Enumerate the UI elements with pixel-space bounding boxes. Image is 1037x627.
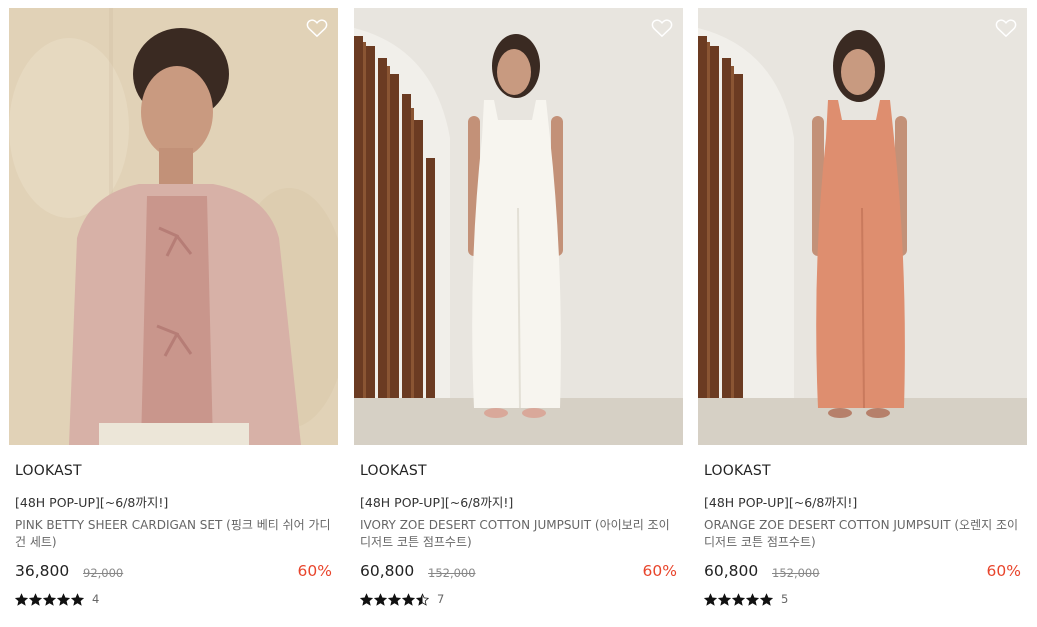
- star-icon: [43, 592, 56, 606]
- star-icon: [15, 592, 28, 606]
- original-price: 152,000: [772, 566, 820, 580]
- discount-rate: 60%: [986, 562, 1021, 580]
- product-image[interactable]: [9, 8, 338, 445]
- promo-label[interactable]: [48H POP-UP][~6/8까지!]: [15, 492, 168, 511]
- product-card[interactable]: LOOKAST [48H POP-UP][~6/8까지!] IVORY ZOE …: [354, 8, 683, 618]
- product-card[interactable]: LOOKAST [48H POP-UP][~6/8까지!] PINK BETTY…: [9, 8, 338, 618]
- heart-outline-icon[interactable]: [651, 18, 673, 38]
- product-name[interactable]: IVORY ZOE DESERT COTTON JUMPSUIT (아이보리 조…: [360, 517, 678, 551]
- star-icon: [57, 592, 70, 606]
- product-card[interactable]: LOOKAST [48H POP-UP][~6/8까지!] ORANGE ZOE…: [698, 8, 1027, 618]
- star-icon: [416, 592, 429, 606]
- product-name[interactable]: PINK BETTY SHEER CARDIGAN SET (핑크 베티 쉬어 …: [15, 517, 333, 551]
- star-icon: [360, 592, 373, 606]
- brand-name[interactable]: LOOKAST: [15, 463, 82, 479]
- heart-outline-icon[interactable]: [306, 18, 328, 38]
- star-icon: [388, 592, 401, 606]
- original-price: 152,000: [428, 566, 476, 580]
- product-image[interactable]: [354, 8, 683, 445]
- star-icon: [718, 592, 731, 606]
- sale-price: 60,800: [704, 562, 759, 580]
- star-icon: [746, 592, 759, 606]
- star-icon: [402, 592, 415, 606]
- promo-label[interactable]: [48H POP-UP][~6/8까지!]: [704, 492, 857, 511]
- brand-name[interactable]: LOOKAST: [704, 463, 771, 479]
- review-count: 4: [92, 592, 100, 606]
- brand-name[interactable]: LOOKAST: [360, 463, 427, 479]
- rating: 4: [15, 592, 99, 606]
- star-rating: [704, 592, 773, 606]
- sale-price: 36,800: [15, 562, 70, 580]
- sale-price: 60,800: [360, 562, 415, 580]
- product-name[interactable]: ORANGE ZOE DESERT COTTON JUMPSUIT (오렌지 조…: [704, 517, 1022, 551]
- star-rating: [360, 592, 429, 606]
- star-icon: [29, 592, 42, 606]
- discount-rate: 60%: [297, 562, 332, 580]
- discount-rate: 60%: [642, 562, 677, 580]
- review-count: 7: [437, 592, 445, 606]
- star-icon: [71, 592, 84, 606]
- star-icon: [374, 592, 387, 606]
- product-image[interactable]: [698, 8, 1027, 445]
- review-count: 5: [781, 592, 789, 606]
- star-icon: [732, 592, 745, 606]
- star-rating: [15, 592, 84, 606]
- rating: 5: [704, 592, 788, 606]
- star-icon: [760, 592, 773, 606]
- promo-label[interactable]: [48H POP-UP][~6/8까지!]: [360, 492, 513, 511]
- rating: 7: [360, 592, 444, 606]
- heart-outline-icon[interactable]: [995, 18, 1017, 38]
- star-icon: [704, 592, 717, 606]
- original-price: 92,000: [83, 566, 124, 580]
